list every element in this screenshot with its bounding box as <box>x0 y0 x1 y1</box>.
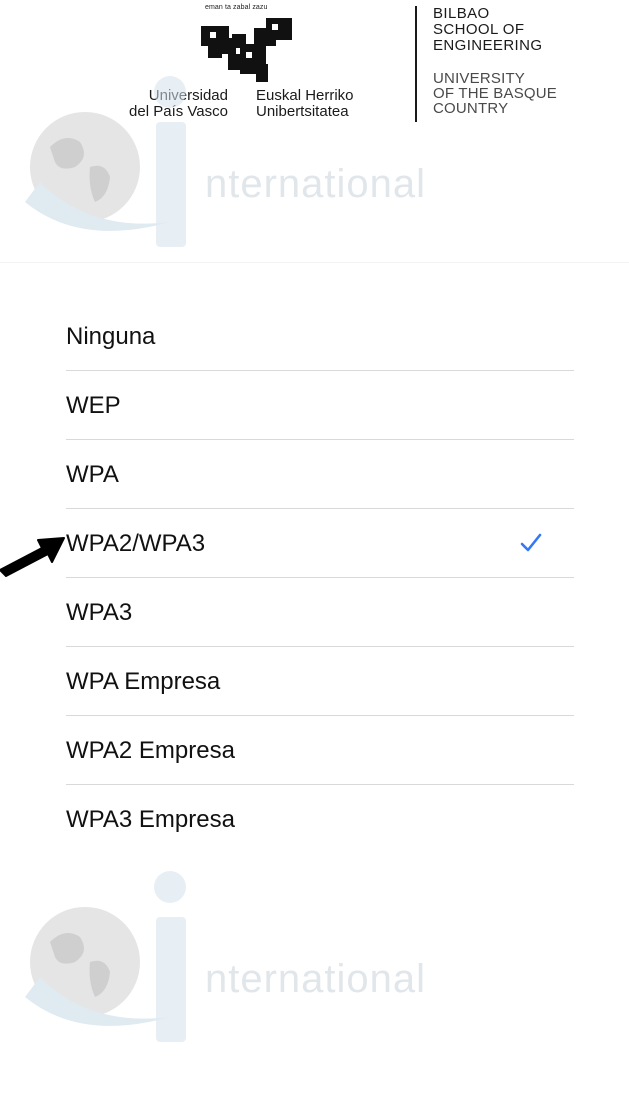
security-option-wpa-enterprise[interactable]: WPA Empresa <box>66 647 574 716</box>
watermark-word: nternational <box>205 162 427 206</box>
watermark-word: nternational <box>205 957 427 1001</box>
option-label: WPA2 Empresa <box>66 737 235 764</box>
security-option-none[interactable]: Ninguna <box>66 302 574 371</box>
option-label: WEP <box>66 392 121 419</box>
international-watermark: nternational <box>0 60 629 250</box>
option-label: WPA2/WPA3 <box>66 530 206 557</box>
security-option-wep[interactable]: WEP <box>66 371 574 440</box>
option-label: WPA Empresa <box>66 668 221 695</box>
security-type-list: Ninguna WEP WPA WPA2/WPA3 WPA3 WPA Empre… <box>66 302 574 853</box>
globe-icon <box>25 871 186 1042</box>
security-option-wpa[interactable]: WPA <box>66 440 574 509</box>
security-option-wpa2-enterprise[interactable]: WPA2 Empresa <box>66 716 574 785</box>
option-label: WPA <box>66 461 119 488</box>
security-option-wpa2-wpa3[interactable]: WPA2/WPA3 <box>66 509 574 578</box>
school-name: BILBAO SCHOOL OF ENGINEERING <box>433 5 543 54</box>
option-label: WPA3 Empresa <box>66 806 235 833</box>
option-label: WPA3 <box>66 599 133 626</box>
section-divider <box>0 262 629 263</box>
international-watermark: nternational <box>0 855 629 1045</box>
motto-text: eman ta zabal zazu <box>205 4 268 11</box>
checkmark-icon <box>520 533 542 552</box>
globe-icon <box>25 76 186 247</box>
security-option-wpa3[interactable]: WPA3 <box>66 578 574 647</box>
security-option-wpa3-enterprise[interactable]: WPA3 Empresa <box>66 785 574 853</box>
option-label: Ninguna <box>66 323 156 350</box>
arrow-icon <box>0 537 65 577</box>
